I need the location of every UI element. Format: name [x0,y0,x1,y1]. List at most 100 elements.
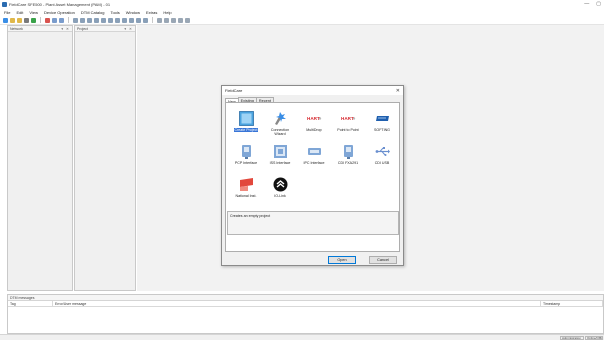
layout-icon[interactable] [164,17,169,23]
minimize-button[interactable]: — [584,1,589,7]
layout-icon[interactable] [171,17,176,23]
softing-icon [375,111,390,126]
project-type-grid: Create Project Connection Wizard HART Multi… [231,111,399,210]
project-type-label: PCP Interface [234,161,258,165]
cdi-fxa291-icon [341,144,356,159]
menu-help[interactable]: Help [163,10,171,15]
device-icon[interactable] [80,17,85,23]
project-type-item[interactable]: National Inst. [231,177,261,210]
project-type-label: CDI USB [374,161,390,165]
description-text: Creates an empty project [230,214,271,218]
project-type-item[interactable]: HART Point to Point [333,111,363,144]
project-type-label: Create Project [233,128,259,133]
toolbar-separator [40,17,41,23]
device-icon[interactable] [136,17,141,23]
status-cell-administration: Administration [560,336,584,340]
project-type-item[interactable]: Connection Wizard [265,111,295,144]
app-icon [2,2,7,7]
device-icon[interactable] [108,17,113,23]
project-type-label: Connection Wizard [270,128,290,137]
maximize-button[interactable]: ▢ [596,1,601,7]
menu-device-operation[interactable]: Device Operation [44,10,75,15]
iss-interface-icon [273,144,288,159]
menu-extras[interactable]: Extras [146,10,157,15]
dialog-title-bar: FieldCare ✕ [222,86,403,95]
open-button[interactable]: Open [328,256,356,264]
device-icon[interactable] [101,17,106,23]
device-icon[interactable] [143,17,148,23]
network-pane-title: Network [10,26,23,31]
project-type-item[interactable]: SOFTING [367,111,397,144]
window-controls: — ▢ [584,1,601,7]
cancel-button[interactable]: Cancel [369,256,397,264]
layout-icon[interactable] [185,17,190,23]
project-type-label: MultiDrop [306,128,322,132]
toolbar-separator [68,17,69,23]
status-cell-online-offline: Online/Offline [585,336,603,340]
new-icon[interactable] [3,17,8,23]
project-pane-title: Project [77,26,88,31]
window-title: FieldCare SFE500 - Plant Asset Managemen… [9,2,111,7]
network-pane-header: Network ▾ ✕ [8,26,72,32]
title-bar: FieldCare SFE500 - Plant Asset Managemen… [0,0,604,9]
description-box: Creates an empty project [227,211,399,235]
refresh-icon[interactable] [52,17,57,23]
column-tag[interactable]: Tag [8,301,53,306]
project-type-label: National Inst. [235,194,257,198]
scan-icon[interactable] [59,17,64,23]
device-icon[interactable] [87,17,92,23]
menu-window[interactable]: Window [126,10,140,15]
project-type-label: Point to Point [337,128,359,132]
hart-multidrop-icon: HART [307,111,322,126]
layout-icon[interactable] [178,17,183,23]
pane-pin-close-icon[interactable]: ▾ ✕ [61,27,70,31]
project-type-item[interactable]: IPC Interface [299,144,329,177]
project-type-item[interactable]: HART MultiDrop [299,111,329,144]
menu-bar: File Edit View Device Operation DTM Cata… [0,9,604,16]
project-type-item[interactable]: ISS Interface [265,144,295,177]
menu-file[interactable]: File [4,10,10,15]
project-type-item[interactable]: IO-Link [265,177,295,210]
project-pane-header: Project ▾ ✕ [75,26,135,32]
close-icon[interactable]: ✕ [396,88,400,94]
pcp-interface-icon [239,144,254,159]
device-icon[interactable] [115,17,120,23]
ipc-interface-icon [307,144,322,159]
menu-edit[interactable]: Edit [16,10,23,15]
dtm-messages-panel: DTM messages Tag Error/User message Time… [7,294,604,334]
national-instruments-icon [239,177,254,192]
dialog-title: FieldCare [225,88,243,93]
save-icon[interactable] [17,17,22,23]
hart-point-to-point-icon: HART [341,111,356,126]
disconnect-icon[interactable] [45,17,50,23]
create-project-icon [238,111,254,126]
print-icon[interactable] [24,17,29,23]
menu-dtm-catalog[interactable]: DTM Catalog [81,10,105,15]
network-pane: Network ▾ ✕ [7,25,73,291]
pane-pin-close-icon[interactable]: ▾ ✕ [124,27,133,31]
project-pane: Project ▾ ✕ [74,25,136,291]
project-type-item[interactable]: CDI FXA291 [333,144,363,177]
device-icon[interactable] [122,17,127,23]
column-timestamp[interactable]: Timestamp [541,301,603,306]
project-type-label: IPC Interface [303,161,325,165]
project-type-label: SOFTING [374,128,390,132]
project-type-item[interactable]: PCP Interface [231,144,261,177]
connection-wizard-icon [273,111,288,126]
status-bar: Administration Online/Offline [0,334,604,340]
menu-tools[interactable]: Tools [110,10,119,15]
menu-view[interactable]: View [29,10,38,15]
device-icon[interactable] [129,17,134,23]
project-type-item[interactable]: Create Project [231,111,261,144]
svg-text:HART: HART [307,116,320,121]
project-type-label: CDI FXA291 [337,161,359,165]
device-icon[interactable] [94,17,99,23]
column-message[interactable]: Error/User message [53,301,541,306]
messages-table-header: Tag Error/User message Timestamp [8,301,603,307]
connect-icon[interactable] [31,17,36,23]
toolbar-separator [152,17,153,23]
device-icon[interactable] [73,17,78,23]
layout-icon[interactable] [157,17,162,23]
project-type-item[interactable]: CDI USB [367,144,397,177]
open-icon[interactable] [10,17,15,23]
